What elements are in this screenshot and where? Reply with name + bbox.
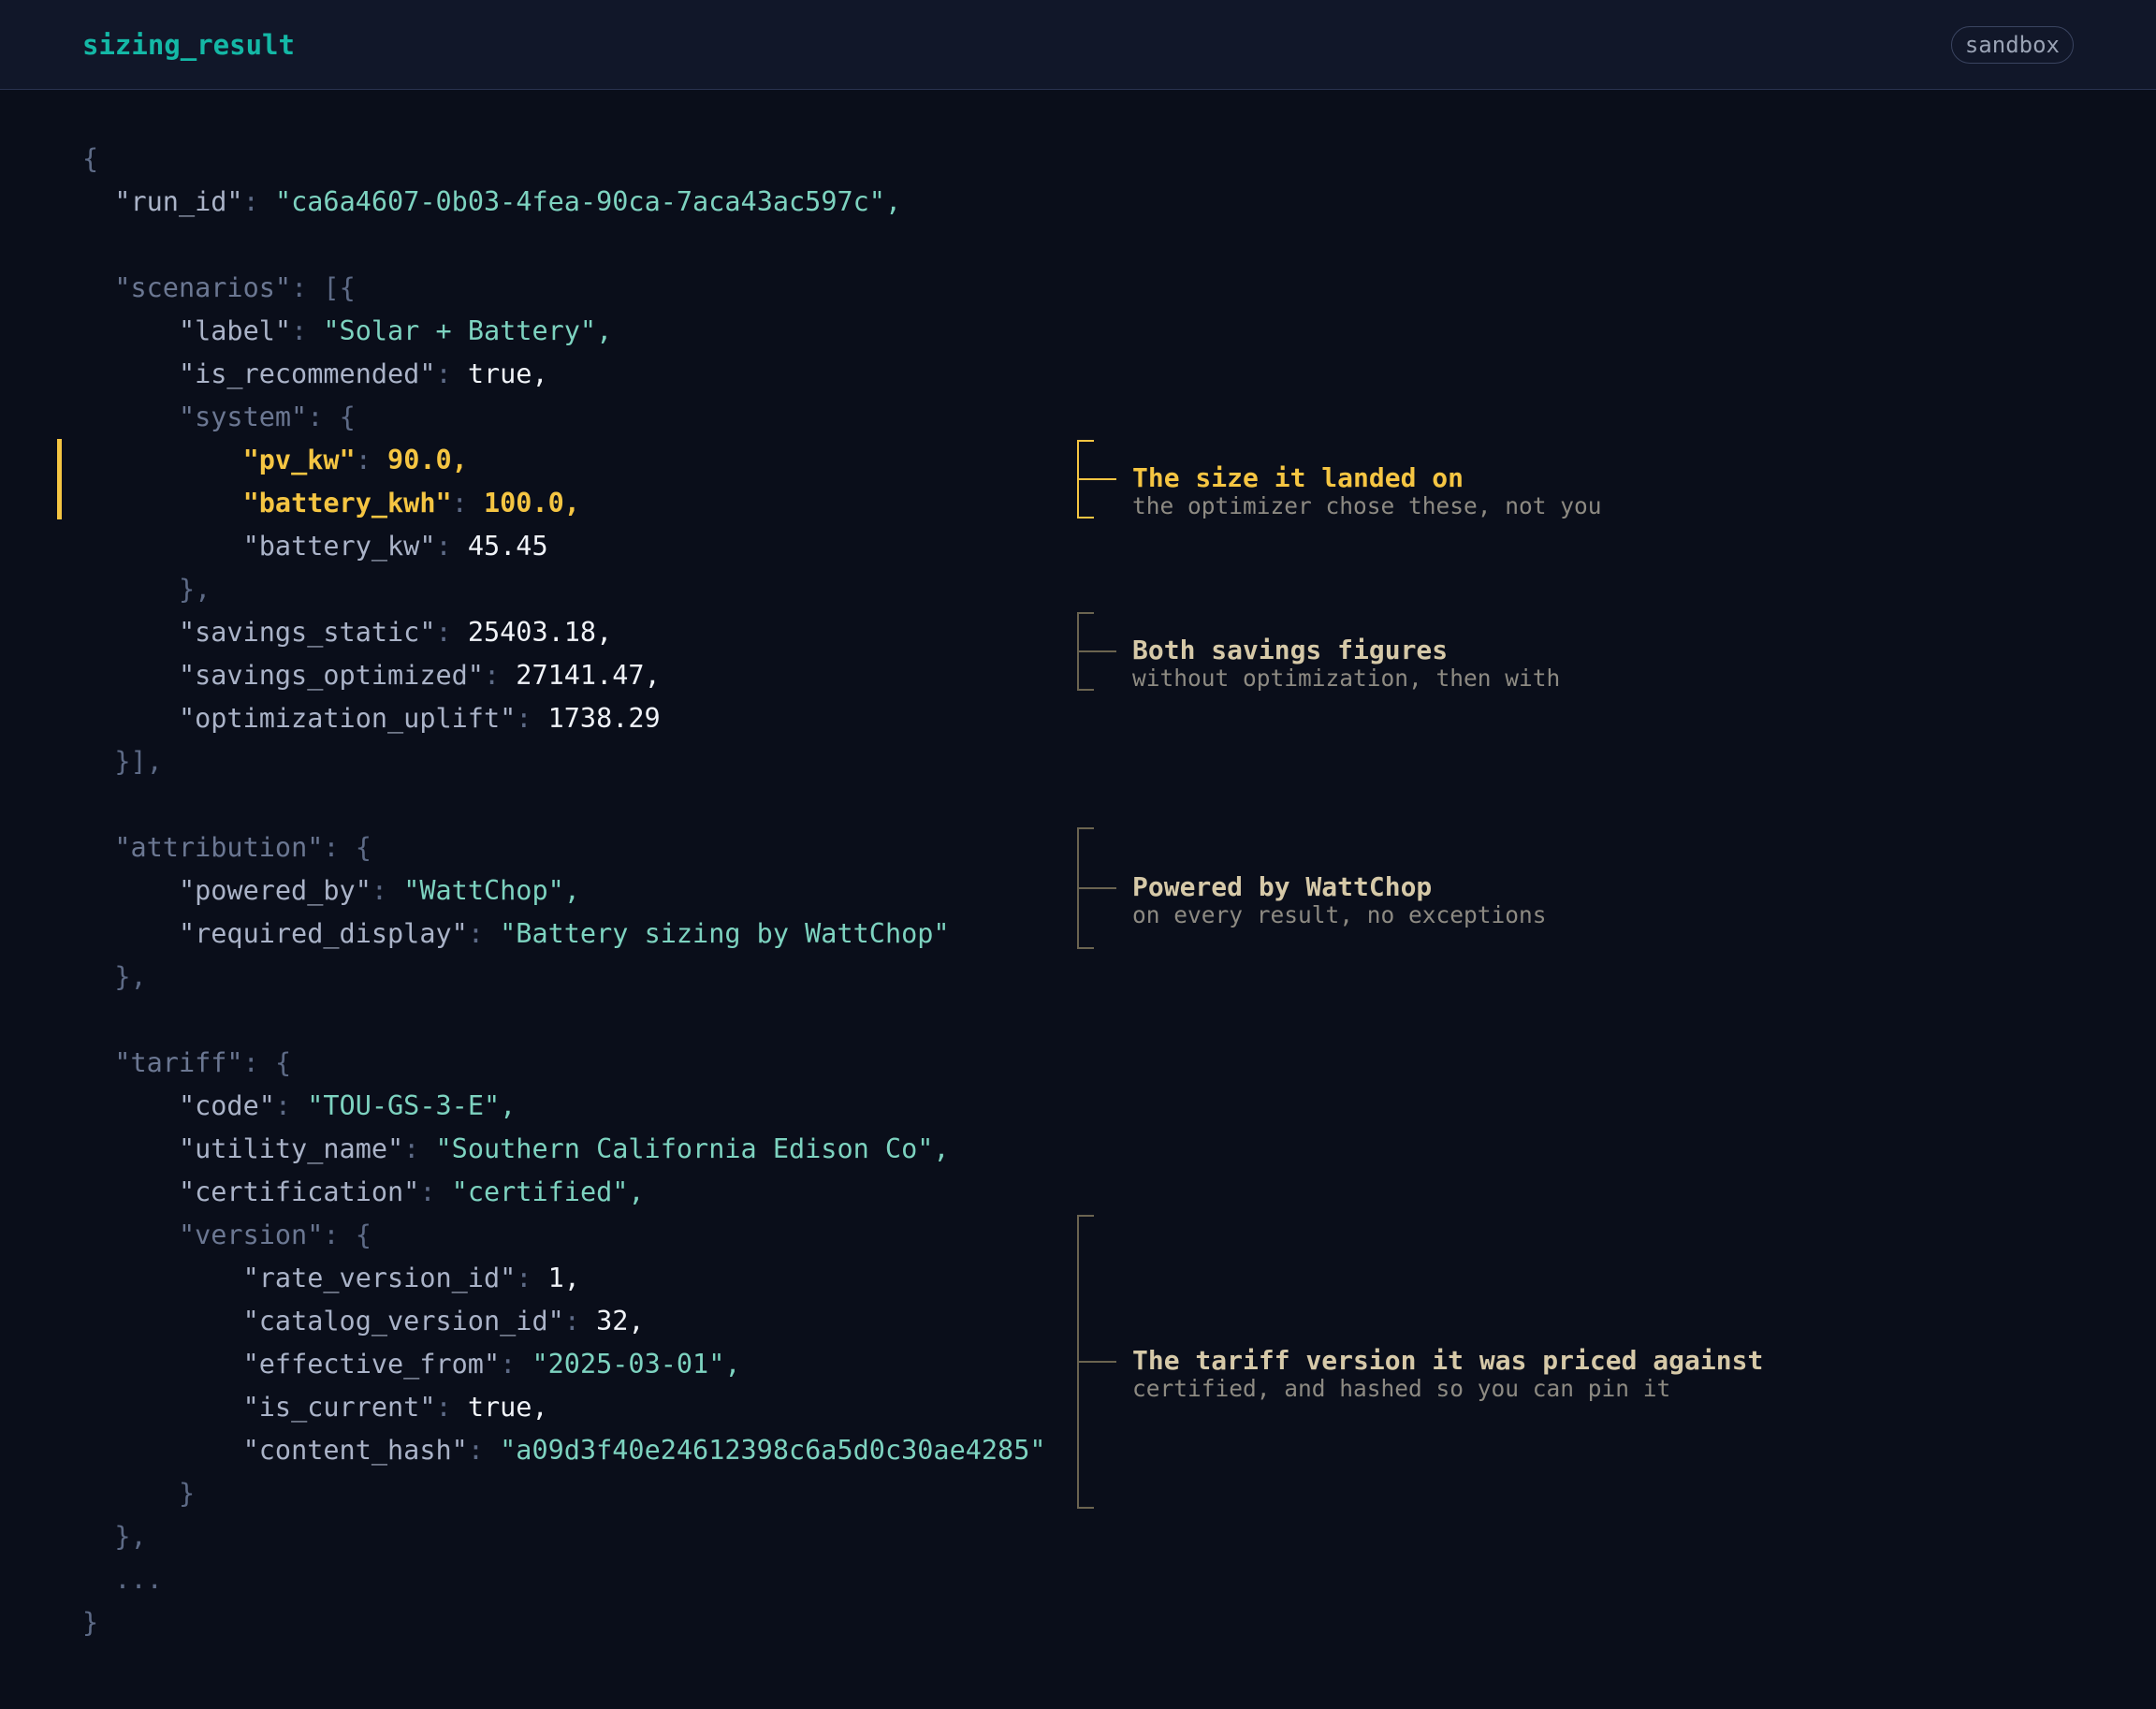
annotation-title: Both savings figures [1132, 635, 1449, 665]
code-line: "battery_kw": 45.45 [242, 531, 548, 562]
code-line: ... [114, 1564, 163, 1595]
code-line: "savings_optimized": 27141.47, [178, 660, 661, 691]
code-line: "system": { [178, 402, 356, 432]
code-line: "savings_static": 25403.18, [178, 617, 613, 648]
environment-badge: sandbox [1950, 26, 2074, 64]
code-line: "catalog_version_id": 32, [242, 1306, 645, 1337]
annotation-subtitle: on every result, no exceptions [1132, 901, 1547, 928]
annotation-subtitle: certified, and hashed so you can pin it [1132, 1375, 1671, 1402]
code-line: "content_hash": "a09d3f40e24612398c6a5d0… [242, 1435, 1046, 1466]
code-line: "rate_version_id": 1, [242, 1263, 580, 1293]
code-line: "scenarios": [{ [114, 272, 356, 303]
code-line: } [82, 1607, 99, 1638]
code-line: "optimization_uplift": 1738.29 [178, 703, 661, 734]
page-title: sizing_result [82, 29, 295, 61]
code-line: "version": { [178, 1220, 371, 1250]
code-line: }, [178, 574, 211, 605]
code-line: "run_id": "ca6a4607-0b03-4fea-90ca-7aca4… [114, 186, 902, 217]
annotation-bracket [1077, 1215, 1094, 1509]
code-line-highlighted: "pv_kw": 90.0, [242, 445, 468, 475]
annotation-subtitle: without optimization, then with [1132, 665, 1561, 692]
code-line: "is_recommended": true, [178, 358, 548, 389]
code-line: }], [114, 746, 163, 777]
code-line: "tariff": { [114, 1047, 292, 1078]
code-line: "utility_name": "Southern California Edi… [178, 1133, 950, 1164]
annotation-bracket [1077, 440, 1094, 519]
code-line: "required_display": "Battery sizing by W… [178, 918, 950, 949]
annotation-title: The tariff version it was priced against [1132, 1345, 1764, 1376]
annotation-bracket [1077, 612, 1094, 691]
code-line: "powered_by": "WattChop", [178, 875, 580, 906]
annotation-title: The size it landed on [1132, 462, 1464, 493]
code-line-highlighted: "battery_kwh": 100.0, [242, 488, 580, 519]
code-line: "certification": "certified", [178, 1176, 645, 1207]
code-line: "attribution": { [114, 832, 371, 863]
code-line: "label": "Solar + Battery", [178, 315, 613, 346]
code-line: }, [114, 961, 147, 992]
annotation-subtitle: the optimizer chose these, not you [1132, 492, 1602, 519]
code-line: } [178, 1478, 196, 1509]
code-line: "code": "TOU-GS-3-E", [178, 1090, 517, 1121]
annotation-title: Powered by WattChop [1132, 871, 1433, 902]
code-line: }, [114, 1521, 147, 1552]
code-line: { [82, 143, 99, 174]
header-bar: sizing_result sandbox [0, 0, 2156, 90]
code-line: "effective_from": "2025-03-01", [242, 1349, 741, 1380]
code-line: "is_current": true, [242, 1392, 548, 1423]
highlight-marker [57, 439, 62, 519]
annotation-bracket [1077, 827, 1094, 949]
